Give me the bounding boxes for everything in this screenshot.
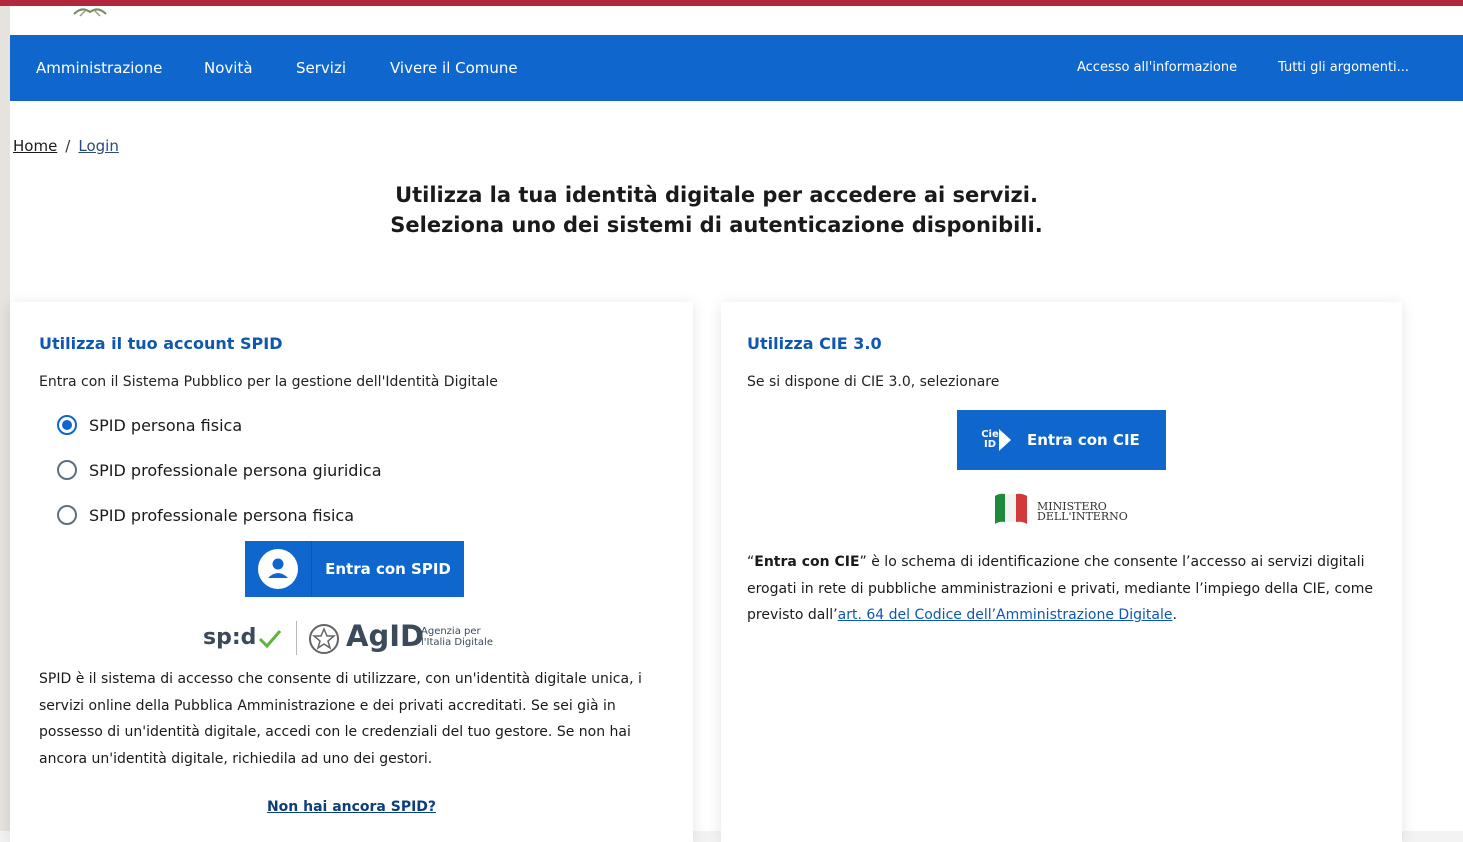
spid-card-title: Utilizza il tuo account SPID — [39, 334, 283, 353]
nav-item-accesso-informazione[interactable]: Accesso all'informazione — [1077, 60, 1237, 75]
entra-con-spid-button[interactable]: Entra con SPID — [245, 541, 464, 597]
entra-con-cie-button[interactable]: Cie ID Entra con CIE — [957, 410, 1166, 470]
agid-tagline: Agenzia per l'Italia Digitale — [421, 626, 493, 648]
entra-con-cie-label: Entra con CIE — [1027, 431, 1140, 449]
left-edge-strip — [0, 6, 10, 831]
italian-flag-icon — [995, 493, 1027, 524]
page-headline-line1: Utilizza la tua identità digitale per ac… — [395, 183, 1038, 207]
cie-description: “Entra con CIE” è lo schema di identific… — [747, 549, 1387, 629]
logo-divider — [296, 621, 297, 655]
spid-user-icon — [245, 541, 312, 597]
agid-tagline-line1: Agenzia per — [421, 626, 481, 637]
page-headline-line2: Seleziona uno dei sistemi di autenticazi… — [390, 213, 1043, 237]
spid-card: Utilizza il tuo account SPID Entra con i… — [10, 302, 693, 842]
spid-logo-text: sp:d — [203, 625, 257, 650]
spid-agid-logos: sp:d AgID Agenzia per l'Italia Digitale — [203, 619, 523, 659]
ministero-interno-logo: MINISTERO DELL'INTERNO — [993, 490, 1153, 526]
radio-spid-professionale-persona-giuridica[interactable]: SPID professionale persona giuridica — [57, 460, 382, 480]
radio-spid-professionale-persona-fisica[interactable]: SPID professionale persona fisica — [57, 505, 354, 525]
agid-logo-text: AgID — [346, 619, 425, 653]
nav-item-amministrazione[interactable]: Amministrazione — [36, 59, 162, 77]
cie-card: Utilizza CIE 3.0 Se si dispone di CIE 3.… — [721, 302, 1402, 842]
agid-emblem-icon — [309, 624, 339, 654]
breadcrumb-separator: / — [65, 137, 71, 155]
radio-label: SPID professionale persona giuridica — [89, 460, 382, 480]
municipal-logo-icon[interactable] — [70, 4, 110, 20]
ministero-text: MINISTERO DELL'INTERNO — [1037, 501, 1128, 523]
radio-spid-persona-fisica[interactable]: SPID persona fisica — [57, 415, 242, 435]
non-hai-spid-link[interactable]: Non hai ancora SPID? — [10, 799, 693, 815]
ministero-line2: DELL'INTERNO — [1037, 510, 1128, 523]
spid-card-subtitle: Entra con il Sistema Pubblico per la ges… — [39, 374, 498, 390]
cie-card-subtitle: Se si dispone di CIE 3.0, selezionare — [747, 374, 1000, 390]
cie-card-title: Utilizza CIE 3.0 — [747, 334, 882, 353]
breadcrumb-home-link[interactable]: Home — [13, 137, 57, 155]
page: Amministrazione Novità Servizi Vivere il… — [10, 4, 1463, 842]
radio-unselected-icon[interactable] — [57, 505, 77, 525]
nav-item-novita[interactable]: Novità — [204, 59, 253, 77]
codice-amministrazione-digitale-link[interactable]: art. 64 del Codice dell’Amministrazione … — [838, 607, 1173, 623]
cie-desc-end: . — [1172, 607, 1177, 623]
radio-selected-icon[interactable] — [57, 415, 77, 435]
cie-desc-bold: Entra con CIE — [754, 554, 860, 570]
entra-con-spid-label: Entra con SPID — [325, 560, 451, 578]
radio-unselected-icon[interactable] — [57, 460, 77, 480]
cie-id-icon: Cie ID — [981, 429, 1011, 451]
nav-item-vivere-il-comune[interactable]: Vivere il Comune — [390, 59, 518, 77]
spid-description: SPID è il sistema di accesso che consent… — [39, 671, 642, 767]
breadcrumb: Home / Login — [13, 137, 119, 155]
nav-item-tutti-gli-argomenti[interactable]: Tutti gli argomenti... — [1278, 60, 1409, 75]
radio-label: SPID persona fisica — [89, 415, 243, 435]
breadcrumb-current-link[interactable]: Login — [78, 137, 118, 155]
nav-item-servizi[interactable]: Servizi — [296, 59, 346, 77]
main-navigation: Amministrazione Novità Servizi Vivere il… — [10, 35, 1463, 101]
radio-label: SPID professionale persona fisica — [89, 505, 354, 525]
cie-id-icon-text: Cie ID — [981, 429, 999, 450]
spid-check-icon — [258, 630, 282, 649]
agid-tagline-line2: l'Italia Digitale — [421, 637, 493, 648]
